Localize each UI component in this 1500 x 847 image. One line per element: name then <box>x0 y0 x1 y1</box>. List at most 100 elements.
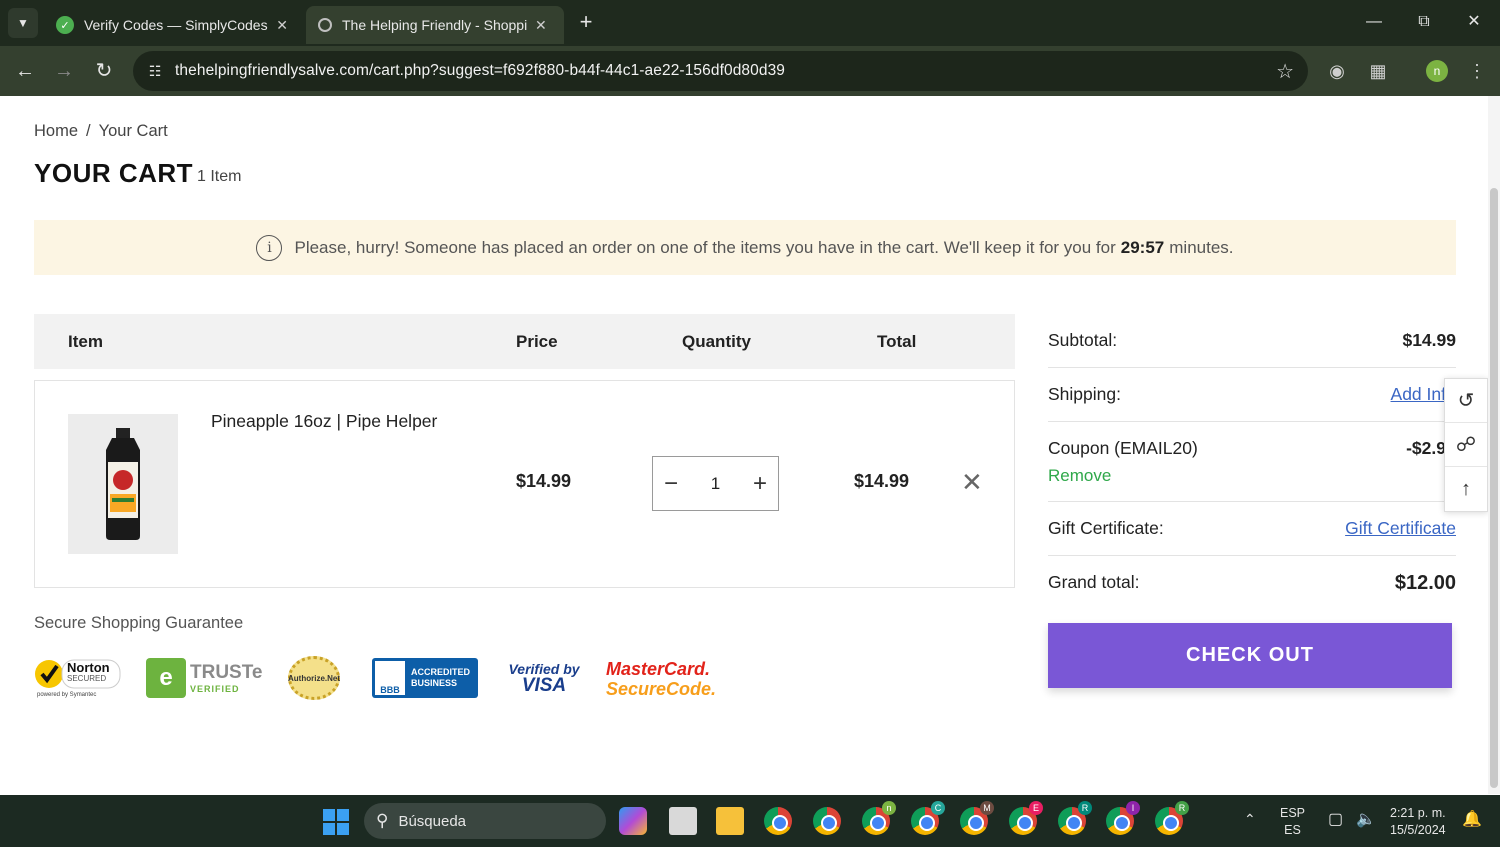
browser-tab-simplycodes[interactable]: ✓ Verify Codes — SimplyCodes ✕ <box>44 6 300 44</box>
trust-badges: Norton SECURED powered by Symantec e TRU… <box>34 652 734 707</box>
product-name-link[interactable]: Pineapple 16oz | Pipe Helper <box>211 411 437 432</box>
tab-close-icon[interactable]: ✕ <box>276 17 288 34</box>
floating-toolbar: ↺ ☍ ↑ <box>1444 378 1488 512</box>
cart-item-row: Pineapple 16oz | Pipe Helper $14.99 − 1 … <box>34 380 1015 588</box>
column-total: Total <box>877 332 917 351</box>
subtotal-row: Subtotal: $14.99 <box>1048 314 1456 368</box>
grand-total-value: $12.00 <box>1394 572 1456 594</box>
column-quantity: Quantity <box>682 332 751 351</box>
notification-bell-icon[interactable]: 🔔 <box>1462 811 1482 828</box>
mastercard-text: MasterCard. <box>606 658 711 679</box>
verified-by-visa-badge: Verified by VISA <box>504 652 584 704</box>
chrome-profile-i-icon[interactable]: I <box>1106 801 1140 835</box>
visa-text: VISA <box>521 675 567 696</box>
restore-icon[interactable]: ⧉ <box>1409 10 1439 34</box>
windows-start-icon[interactable] <box>323 809 349 835</box>
cart-page: Home / Your Cart YOUR CART 1 Item i Please… <box>0 96 1488 794</box>
browser-menu-icon[interactable]: ⋮ <box>1464 58 1490 84</box>
extensions-icon[interactable]: ▦ <box>1365 58 1391 84</box>
add-shipping-info-link[interactable]: Add Inf <box>1391 384 1446 405</box>
url-text[interactable]: thehelpingfriendlysalve.com/cart.php?sug… <box>175 62 785 80</box>
line-total: $14.99 <box>854 471 910 491</box>
order-summary: Subtotal: $14.99 Shipping: Add Inf Coupo… <box>1048 314 1456 610</box>
subtotal-label: Subtotal: <box>1048 330 1118 350</box>
coupon-discount: -$2.9 <box>1406 438 1446 458</box>
breadcrumb-home-link[interactable]: Home <box>34 122 78 140</box>
tab-search-chevron-icon[interactable]: ▼ <box>8 8 38 38</box>
chrome-profile-icon[interactable] <box>813 807 841 835</box>
remove-item-close-icon[interactable]: ✕ <box>961 467 983 498</box>
bookmark-star-icon[interactable]: ☆ <box>1276 59 1294 84</box>
page-title: YOUR CART <box>34 158 194 188</box>
product-thumbnail[interactable] <box>68 414 178 554</box>
chrome-profile-m-icon[interactable]: M <box>960 801 994 835</box>
site-favicon-icon <box>318 18 332 32</box>
grand-total-label: Grand total: <box>1048 572 1140 592</box>
bbb-line2: BUSINESS <box>411 678 458 688</box>
clock-time: 2:21 p. m. <box>1390 806 1446 820</box>
truste-text: TRUSTe <box>190 662 263 683</box>
address-bar[interactable]: ☷ thehelpingfriendlysalve.com/cart.php?s… <box>133 51 1308 91</box>
task-view-icon[interactable] <box>669 807 697 835</box>
network-icon[interactable]: ▢ <box>1328 811 1343 828</box>
norton-text: Norton <box>67 660 110 675</box>
scroll-to-top-arrow-icon[interactable]: ↑ <box>1445 467 1487 511</box>
reload-icon[interactable]: ↻ <box>91 58 117 84</box>
new-tab-plus-icon[interactable]: + <box>574 10 598 34</box>
tab-close-icon[interactable]: ✕ <box>535 17 547 34</box>
language-indicator[interactable]: ESP ES <box>1280 805 1305 839</box>
share-icon[interactable]: ☍ <box>1445 423 1487 467</box>
gift-certificate-link[interactable]: Gift Certificate <box>1345 518 1456 539</box>
info-icon: i <box>256 234 283 261</box>
quantity-input[interactable]: 1 <box>693 474 738 494</box>
chrome-profile-e-icon[interactable]: E <box>1009 801 1043 835</box>
secure-shopping-title: Secure Shopping Guarantee <box>34 614 244 632</box>
gift-certificate-label: Gift Certificate: <box>1048 518 1164 538</box>
tray-overflow-chevron-icon[interactable]: ⌃ <box>1244 811 1256 828</box>
browser-tab-helping-friendly[interactable]: The Helping Friendly - Shopping ✕ <box>306 6 564 44</box>
keyboard-layout: ES <box>1284 823 1301 837</box>
minimize-icon[interactable]: — <box>1359 10 1389 34</box>
back-arrow-icon[interactable]: ← <box>12 58 38 84</box>
profile-avatar[interactable]: n <box>1426 60 1448 82</box>
product-price: $14.99 <box>516 471 572 491</box>
norton-powered: powered by Symantec <box>37 692 97 698</box>
quantity-stepper[interactable]: − 1 + <box>652 456 779 511</box>
notice-timer: 29:57 <box>1120 237 1165 257</box>
breadcrumb: Home / Your Cart <box>34 122 168 141</box>
gift-certificate-row: Gift Certificate: Gift Certificate <box>1048 502 1456 556</box>
decrease-quantity-button[interactable]: − <box>656 470 686 498</box>
page-scrollbar[interactable] <box>1488 96 1500 794</box>
securecode-text: SecureCode. <box>606 678 717 699</box>
remove-coupon-link[interactable]: Remove <box>1048 466 1111 486</box>
notice-text: Please, hurry! Someone has placed an ord… <box>294 237 1116 257</box>
mastercard-securecode-badge: MasterCard. SecureCode. <box>606 652 716 704</box>
close-window-icon[interactable]: ✕ <box>1459 10 1489 34</box>
subtotal-value: $14.99 <box>1402 330 1456 350</box>
cart-item-count: 1 Item <box>197 168 242 185</box>
forward-arrow-icon[interactable]: → <box>51 58 77 84</box>
chrome-profile-r2-icon[interactable]: R <box>1155 801 1189 835</box>
truste-sub: VERIFIED <box>190 684 240 694</box>
history-icon[interactable]: ↺ <box>1445 379 1487 423</box>
extension-puzzle-icon[interactable]: ◉ <box>1324 58 1350 84</box>
increase-quantity-button[interactable]: + <box>745 470 775 498</box>
windows-taskbar: ⚲ Búsqueda n C M E R I R ⌃ ESP ES ▢ 🔈 2:… <box>0 795 1500 847</box>
browser-toolbar: ← → ↻ ☷ thehelpingfriendlysalve.com/cart… <box>0 46 1500 96</box>
checkout-button[interactable]: CHECK OUT <box>1048 623 1452 688</box>
breadcrumb-separator: / <box>86 122 91 140</box>
volume-icon[interactable]: 🔈 <box>1356 811 1376 828</box>
chrome-icon[interactable] <box>764 807 792 835</box>
scrollbar-thumb[interactable] <box>1490 188 1498 788</box>
copilot-icon[interactable] <box>619 807 647 835</box>
file-explorer-icon[interactable] <box>716 807 744 835</box>
chrome-profile-n-icon[interactable]: n <box>862 801 896 835</box>
clock-date: 15/5/2024 <box>1390 823 1446 837</box>
taskbar-search-placeholder: Búsqueda <box>398 812 467 830</box>
chrome-profile-r-icon[interactable]: R <box>1058 801 1092 835</box>
clock[interactable]: 2:21 p. m. 15/5/2024 <box>1390 805 1446 839</box>
chrome-profile-c-icon[interactable]: C <box>911 801 945 835</box>
cart-reservation-notice: i Please, hurry! Someone has placed an o… <box>34 220 1456 275</box>
taskbar-search[interactable]: ⚲ Búsqueda <box>364 803 606 839</box>
site-info-icon[interactable]: ☷ <box>143 63 167 80</box>
